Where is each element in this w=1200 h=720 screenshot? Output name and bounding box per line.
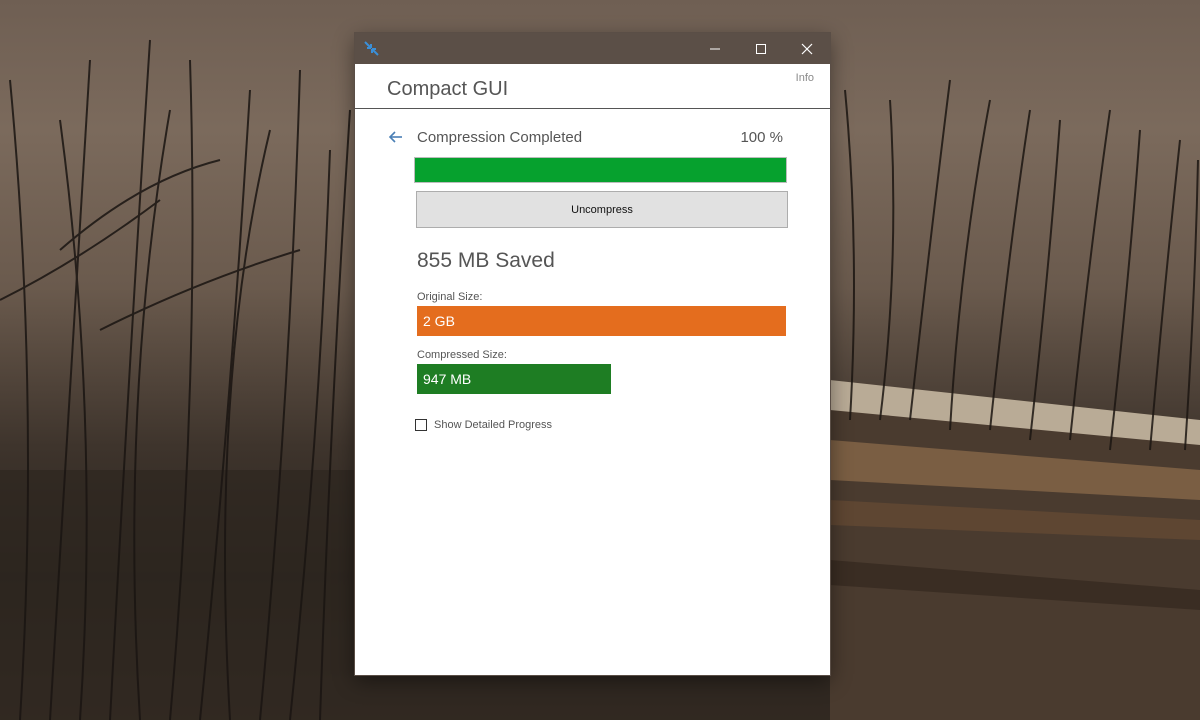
close-icon	[801, 43, 813, 54]
app-title: Compact GUI	[387, 78, 509, 100]
back-arrow-icon[interactable]	[388, 129, 404, 145]
status-text: Compression Completed	[417, 129, 583, 146]
close-button[interactable]	[784, 33, 830, 64]
uncompress-button[interactable]: Uncompress	[416, 191, 788, 228]
compact-arrows-icon	[364, 41, 379, 56]
compressed-size-bar: 947 MB	[417, 364, 611, 394]
progress-percent: 100 %	[740, 129, 783, 146]
progress-fill	[415, 158, 786, 182]
minimize-button[interactable]	[692, 33, 738, 64]
progress-bar	[414, 157, 787, 183]
maximize-icon	[756, 43, 766, 54]
show-detailed-progress-checkbox[interactable]	[415, 419, 427, 431]
compressed-size-label: Compressed Size:	[417, 349, 507, 361]
info-link[interactable]: Info	[796, 72, 814, 84]
compact-gui-window: Compact GUI Info Compression Completed 1…	[355, 33, 830, 675]
app-header: Compact GUI Info	[355, 64, 830, 109]
space-saved-text: 855 MB Saved	[417, 249, 555, 272]
maximize-button[interactable]	[738, 33, 784, 64]
show-detailed-progress-label[interactable]: Show Detailed Progress	[434, 419, 552, 431]
title-bar[interactable]	[355, 33, 830, 64]
original-size-bar: 2 GB	[417, 306, 786, 336]
original-size-label: Original Size:	[417, 291, 483, 303]
minimize-icon	[710, 48, 720, 49]
